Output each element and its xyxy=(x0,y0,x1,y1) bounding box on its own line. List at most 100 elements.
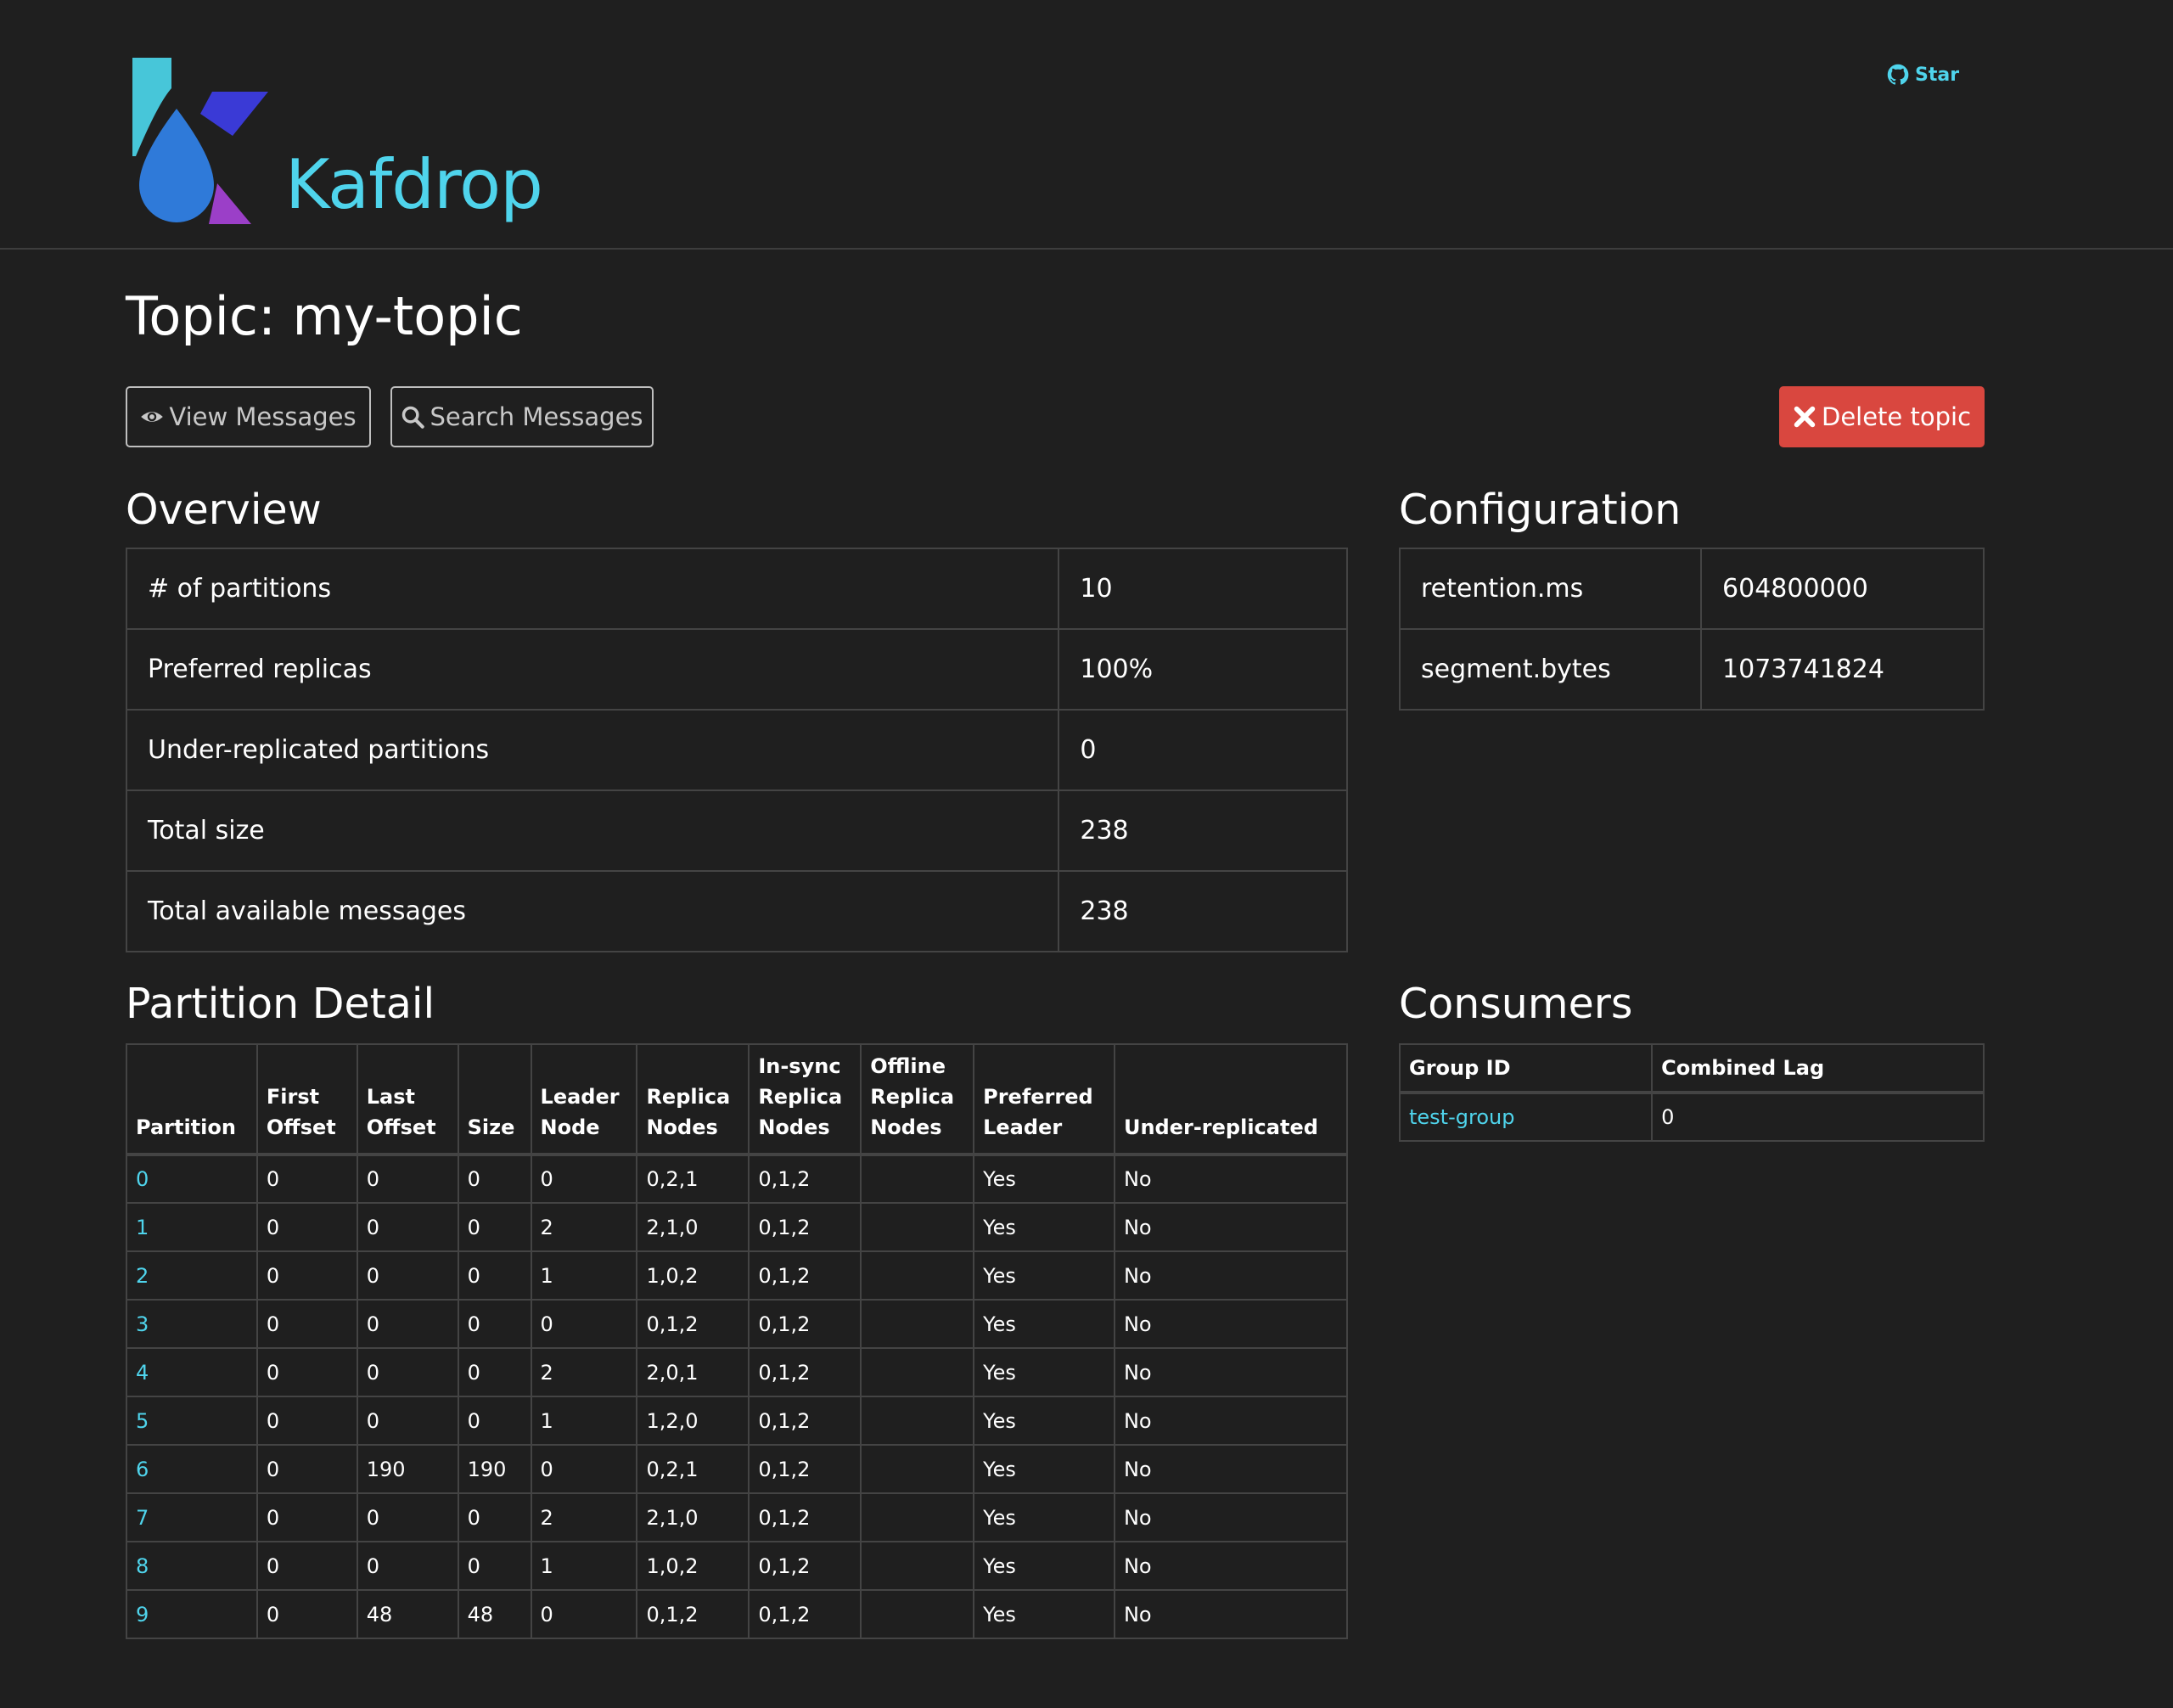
partition-cell: 190 xyxy=(356,1444,459,1494)
overview-label: Under-replicated partitions xyxy=(125,709,1060,791)
partition-cell: 0,1,2 xyxy=(748,1347,862,1397)
cell-value: 0 xyxy=(266,1312,280,1336)
cell-value: 1,2,0 xyxy=(646,1408,699,1433)
cell-value: 0 xyxy=(366,1263,380,1288)
partition-cell: 1 xyxy=(530,1396,638,1446)
column-header-line: Offset xyxy=(266,1115,336,1139)
partition-link[interactable]: 6 xyxy=(136,1458,149,1481)
consumer-column-header: Combined Lag xyxy=(1651,1043,1985,1094)
partition-cell: 0,1,2 xyxy=(748,1589,862,1639)
partition-link[interactable]: 1 xyxy=(136,1216,149,1239)
overview-value: 238 xyxy=(1058,870,1348,952)
partition-cell: 0,1,2 xyxy=(748,1541,862,1591)
search-messages-button[interactable]: Search Messages xyxy=(390,386,654,447)
partition-cell: Yes xyxy=(973,1589,1115,1639)
cell-value: No xyxy=(1123,1312,1152,1336)
cell-value: 0 xyxy=(467,1553,480,1578)
partition-id-cell: 5 xyxy=(126,1396,258,1446)
partition-cell: No xyxy=(1113,1396,1349,1446)
column-header-line: Partition xyxy=(136,1115,236,1139)
consumers-title: Consumers xyxy=(1399,980,1633,1028)
cell-value: Yes xyxy=(983,1553,1016,1578)
partition-cell: Yes xyxy=(973,1154,1115,1204)
partition-row: 4 0 0 0 2 2,0,1 0,1,2 Yes No xyxy=(126,1347,1349,1397)
column-header-line: First xyxy=(266,1085,320,1109)
configuration-table: retention.ms 604800000 segment.bytes 107374… xyxy=(1398,548,1985,711)
partition-cell: 0 xyxy=(356,1541,459,1591)
cell-value: 1 xyxy=(540,1553,553,1578)
partition-column-header: Preferred Leader xyxy=(973,1043,1115,1156)
partition-cell xyxy=(860,1299,975,1349)
cell-value: No xyxy=(1123,1263,1152,1288)
column-header-line: Under-replicated xyxy=(1123,1115,1318,1139)
partition-link[interactable]: 4 xyxy=(136,1361,149,1385)
partition-row: 6 0 190 190 0 0,2,1 0,1,2 Yes No xyxy=(126,1444,1349,1494)
partition-row: 3 0 0 0 0 0,1,2 0,1,2 Yes No xyxy=(126,1299,1349,1349)
partition-link[interactable]: 5 xyxy=(136,1409,149,1433)
delete-topic-button[interactable]: Delete topic xyxy=(1779,386,1985,447)
partition-cell: 0 xyxy=(530,1154,638,1204)
partition-cell: 0 xyxy=(457,1541,532,1591)
brand-title[interactable]: Kafdrop xyxy=(285,151,543,219)
overview-row: Preferred replicas 100% xyxy=(125,628,1348,711)
view-messages-button[interactable]: View Messages xyxy=(126,386,371,447)
cell-value: 0 xyxy=(366,1312,380,1336)
column-header-line: Leader xyxy=(540,1085,620,1109)
config-key: retention.ms xyxy=(1398,548,1703,630)
partition-cell: 2 xyxy=(530,1347,638,1397)
partition-cell: 2,1,0 xyxy=(636,1492,750,1542)
cell-value: 0 xyxy=(266,1360,280,1385)
cell-value: 48 xyxy=(366,1602,393,1627)
partition-cell: 48 xyxy=(356,1589,459,1639)
partition-cell: 0 xyxy=(356,1299,459,1349)
partition-cell: 0 xyxy=(255,1541,358,1591)
partition-link[interactable]: 2 xyxy=(136,1264,149,1288)
partition-id-cell: 8 xyxy=(126,1541,258,1591)
column-header-line: Nodes xyxy=(870,1115,942,1139)
partition-cell: Yes xyxy=(973,1396,1115,1446)
column-header-line: Nodes xyxy=(646,1115,718,1139)
partition-cell: 0,1,2 xyxy=(636,1299,750,1349)
combined-lag-cell: 0 xyxy=(1651,1092,1985,1142)
column-header-line: In-sync xyxy=(758,1054,841,1078)
cell-value: 0 xyxy=(540,1312,553,1336)
overview-row: # of partitions 10 xyxy=(125,548,1348,630)
cell-value: 0 xyxy=(467,1505,480,1530)
partition-cell: Yes xyxy=(973,1444,1115,1494)
partition-row: 1 0 0 0 2 2,1,0 0,1,2 Yes No xyxy=(126,1202,1349,1252)
overview-value: 238 xyxy=(1058,789,1348,872)
partition-link[interactable]: 9 xyxy=(136,1603,149,1627)
column-header-line: Offset xyxy=(366,1115,436,1139)
partition-cell: 2 xyxy=(530,1202,638,1252)
overview-label: Total available messages xyxy=(125,870,1060,952)
partition-link[interactable]: 0 xyxy=(136,1167,149,1191)
partition-cell: 0 xyxy=(457,1396,532,1446)
overview-row: Total available messages 238 xyxy=(125,870,1348,952)
partition-cell xyxy=(860,1396,975,1446)
partition-cell: 0 xyxy=(457,1154,532,1204)
config-value: 1073741824 xyxy=(1700,628,1985,711)
cell-value: 190 xyxy=(467,1457,507,1481)
header: Kafdrop Star xyxy=(0,0,2173,250)
cell-value: 0,1,2 xyxy=(758,1553,811,1578)
partition-link[interactable]: 3 xyxy=(136,1312,149,1336)
cell-value: 0 xyxy=(366,1360,380,1385)
partition-link[interactable]: 7 xyxy=(136,1506,149,1530)
github-star-link[interactable]: Star xyxy=(1886,63,1959,87)
cell-value: 0 xyxy=(540,1602,553,1627)
partition-cell: 0 xyxy=(530,1589,638,1639)
partition-cell: 0 xyxy=(255,1396,358,1446)
cell-value: 2 xyxy=(540,1215,553,1239)
cell-value: Yes xyxy=(983,1505,1016,1530)
overview-label: Total size xyxy=(125,789,1060,872)
partition-link[interactable]: 8 xyxy=(136,1554,149,1578)
consumer-group-link[interactable]: test-group xyxy=(1409,1105,1514,1129)
cell-value: 0,1,2 xyxy=(758,1602,811,1627)
partition-cell: No xyxy=(1113,1299,1349,1349)
partition-cell: 2,1,0 xyxy=(636,1202,750,1252)
delete-topic-label: Delete topic xyxy=(1821,402,1972,431)
cell-value: 0 xyxy=(366,1408,380,1433)
cell-value: Yes xyxy=(983,1408,1016,1433)
cell-value: 0 xyxy=(266,1408,280,1433)
partition-cell: 2,0,1 xyxy=(636,1347,750,1397)
